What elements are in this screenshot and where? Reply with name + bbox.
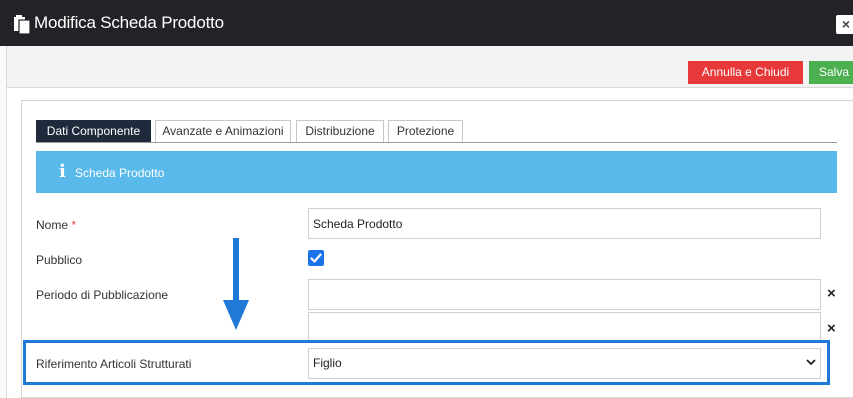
periodo-start-input[interactable] bbox=[308, 279, 821, 310]
left-edge bbox=[0, 46, 7, 398]
nome-input[interactable] bbox=[308, 208, 821, 239]
tabs-divider bbox=[36, 142, 837, 143]
nome-label: Nome * bbox=[36, 218, 76, 232]
chevron-down-icon bbox=[806, 359, 816, 366]
periodo-label: Periodo di Pubblicazione bbox=[36, 288, 169, 302]
close-button[interactable]: × bbox=[836, 15, 853, 34]
tab-protezione[interactable]: Protezione bbox=[388, 120, 463, 143]
arrow-down-icon bbox=[223, 238, 249, 330]
tab-dati-componente[interactable]: Dati Componente bbox=[36, 120, 151, 143]
cancel-close-button[interactable]: Annulla e Chiudi bbox=[688, 61, 803, 84]
riferimento-select[interactable]: Figlio bbox=[308, 348, 821, 379]
periodo-end-input[interactable] bbox=[308, 312, 821, 343]
tab-avanzate-animazioni[interactable]: Avanzate e Animazioni bbox=[155, 120, 291, 143]
required-mark: * bbox=[71, 218, 77, 232]
clear-start-icon[interactable]: × bbox=[827, 285, 836, 302]
nome-label-text: Nome bbox=[36, 218, 69, 232]
pubblico-checkbox[interactable] bbox=[308, 250, 324, 266]
riferimento-label: Riferimento Articoli Strutturati bbox=[36, 357, 192, 371]
pubblico-label: Pubblico bbox=[36, 253, 83, 267]
clipboard-copy-icon bbox=[14, 15, 31, 34]
save-button[interactable]: Salva bbox=[809, 61, 853, 84]
checkmark-icon bbox=[310, 253, 322, 263]
clear-end-icon[interactable]: × bbox=[827, 320, 836, 337]
banner-title: Scheda Prodotto bbox=[75, 166, 165, 180]
tab-distribuzione[interactable]: Distribuzione bbox=[296, 120, 384, 143]
info-icon: i bbox=[59, 161, 66, 182]
window-title: Modifica Scheda Prodotto bbox=[34, 13, 224, 32]
